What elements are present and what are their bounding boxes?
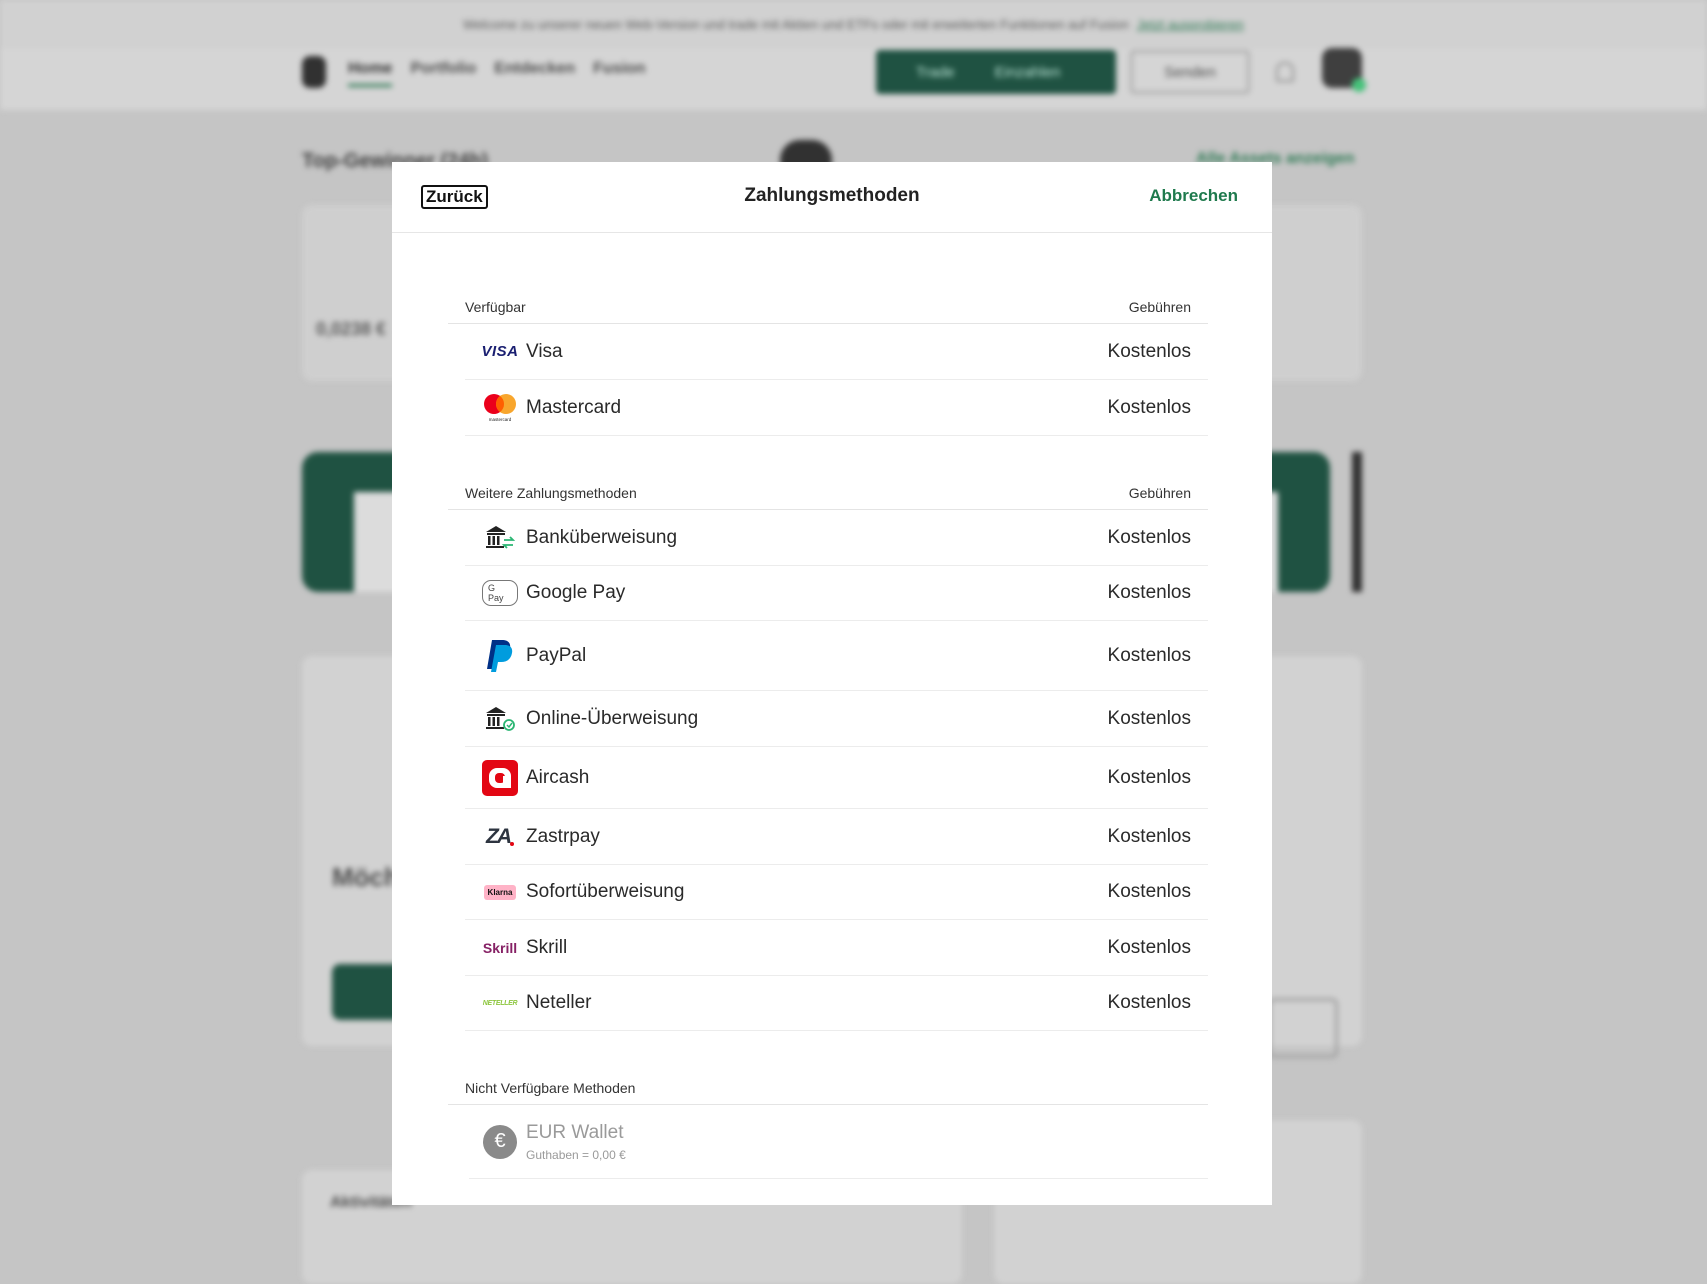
aircash-icon bbox=[482, 759, 518, 796]
skrill-logo: Skrill bbox=[482, 939, 518, 956]
method-fee: Kostenlos bbox=[1107, 936, 1191, 958]
fees-column-label: Gebühren bbox=[1128, 484, 1191, 501]
payment-method-neteller[interactable]: NETELLER Neteller Kostenlos bbox=[465, 976, 1208, 1031]
klarna-icon: Klarna bbox=[482, 874, 518, 910]
payment-method-visa[interactable]: VISA Visa Kostenlos bbox=[465, 324, 1208, 380]
payment-method-skrill[interactable]: Skrill Skrill Kostenlos bbox=[465, 920, 1208, 976]
aircash-glyph bbox=[482, 759, 518, 796]
payment-method-aircash[interactable]: Aircash Kostenlos bbox=[465, 747, 1208, 809]
method-name: PayPal bbox=[526, 644, 587, 666]
paypal-glyph bbox=[487, 639, 513, 672]
method-left: NETELLER Neteller bbox=[465, 985, 592, 1021]
section-title: Verfügbar bbox=[465, 298, 526, 315]
section-more-methods: Weitere Zahlungsmethoden Gebühren Banküb… bbox=[448, 476, 1208, 1031]
method-name: Sofortüberweisung bbox=[526, 881, 685, 902]
fees-column-label: Gebühren bbox=[1128, 298, 1191, 315]
method-left: € EUR Wallet Guthaben = 0,00 € bbox=[469, 1122, 626, 1162]
payment-method-online-transfer[interactable]: Online-Überweisung Kostenlos bbox=[465, 691, 1208, 747]
payment-method-mastercard[interactable]: mastercard Mastercard Kostenlos bbox=[465, 380, 1208, 436]
mastercard-wordmark: mastercard bbox=[489, 417, 512, 422]
google-pay-logo: G Pay bbox=[482, 580, 518, 606]
method-name: Zastrpay bbox=[526, 825, 600, 847]
cancel-button[interactable]: Abbrechen bbox=[1149, 186, 1238, 206]
method-left: VISA Visa bbox=[465, 334, 563, 370]
section-header: Nicht Verfügbare Methoden bbox=[448, 1071, 1208, 1105]
wallet-text: EUR Wallet Guthaben = 0,00 € bbox=[526, 1122, 626, 1162]
wallet-balance: Guthaben = 0,00 € bbox=[526, 1147, 626, 1162]
visa-logo-text: VISA bbox=[481, 343, 519, 360]
method-name: Skrill bbox=[526, 936, 568, 958]
method-left: Banküberweisung bbox=[465, 520, 677, 556]
payment-method-bank-transfer[interactable]: Banküberweisung Kostenlos bbox=[465, 510, 1208, 566]
method-name: Neteller bbox=[526, 992, 592, 1013]
payment-method-zastrpay[interactable]: ZA Zastrpay Kostenlos bbox=[465, 809, 1208, 865]
online-transfer-icon bbox=[482, 701, 518, 737]
method-name: EUR Wallet bbox=[526, 1121, 624, 1143]
method-left: Online-Überweisung bbox=[465, 701, 698, 737]
modal-title: Zahlungsmethoden bbox=[744, 185, 920, 206]
payment-method-eur-wallet: € EUR Wallet Guthaben = 0,00 € bbox=[469, 1105, 1208, 1179]
method-left: G Pay Google Pay bbox=[465, 575, 625, 611]
method-fee: Kostenlos bbox=[1107, 340, 1191, 362]
google-pay-icon: G Pay bbox=[482, 575, 518, 611]
method-fee: Kostenlos bbox=[1107, 526, 1191, 548]
payment-method-paypal[interactable]: PayPal Kostenlos bbox=[465, 621, 1208, 691]
neteller-icon: NETELLER bbox=[482, 985, 518, 1021]
method-fee: Kostenlos bbox=[1107, 992, 1191, 1013]
method-name: Banküberweisung bbox=[526, 526, 678, 548]
method-left: Skrill Skrill bbox=[465, 930, 567, 966]
method-fee: Kostenlos bbox=[1107, 707, 1191, 729]
method-fee: Kostenlos bbox=[1107, 644, 1191, 666]
section-unavailable: Nicht Verfügbare Methoden € EUR Wallet G… bbox=[448, 1071, 1208, 1179]
method-fee: Kostenlos bbox=[1107, 582, 1191, 603]
visa-icon: VISA bbox=[481, 334, 519, 370]
section-header: Verfügbar Gebühren bbox=[448, 290, 1208, 324]
section-title: Weitere Zahlungsmethoden bbox=[465, 484, 637, 501]
euro-symbol: € bbox=[483, 1124, 517, 1159]
method-fee: Kostenlos bbox=[1107, 766, 1191, 788]
method-left: Aircash bbox=[465, 759, 590, 796]
zastrpay-icon: ZA bbox=[482, 819, 518, 855]
method-left: mastercard Mastercard bbox=[465, 390, 621, 426]
payment-method-google-pay[interactable]: G Pay Google Pay Kostenlos bbox=[465, 566, 1208, 621]
euro-wallet-icon: € bbox=[482, 1124, 518, 1160]
section-available: Verfügbar Gebühren VISA Visa Kostenlos m bbox=[448, 290, 1208, 436]
method-fee: Kostenlos bbox=[1107, 825, 1191, 847]
skrill-icon: Skrill bbox=[482, 930, 518, 966]
method-fee: Kostenlos bbox=[1107, 396, 1191, 418]
bank-transfer-glyph bbox=[486, 525, 516, 549]
method-left: PayPal bbox=[465, 638, 586, 674]
modal-header: Zurück Zahlungsmethoden Abbrechen bbox=[392, 162, 1272, 233]
payment-method-sofort[interactable]: Klarna Sofortüberweisung Kostenlos bbox=[465, 865, 1208, 920]
method-name: Google Pay bbox=[526, 582, 626, 603]
klarna-logo: Klarna bbox=[483, 884, 517, 900]
section-header: Weitere Zahlungsmethoden Gebühren bbox=[448, 476, 1208, 510]
section-title: Nicht Verfügbare Methoden bbox=[465, 1079, 636, 1096]
method-left: Klarna Sofortüberweisung bbox=[465, 874, 684, 910]
method-name: Visa bbox=[526, 340, 563, 362]
online-transfer-glyph bbox=[486, 706, 515, 731]
bank-transfer-icon bbox=[482, 520, 518, 556]
method-left: ZA Zastrpay bbox=[465, 819, 600, 855]
mastercard-logo: mastercard bbox=[484, 393, 516, 422]
zastrpay-logo: ZA bbox=[486, 824, 512, 848]
method-name: Mastercard bbox=[526, 396, 622, 418]
zastrpay-dot bbox=[510, 841, 514, 846]
mastercard-icon: mastercard bbox=[482, 390, 518, 426]
method-fee: Kostenlos bbox=[1107, 881, 1191, 902]
method-name: Online-Überweisung bbox=[526, 707, 699, 729]
paypal-icon bbox=[482, 638, 518, 674]
method-name: Aircash bbox=[526, 766, 590, 788]
neteller-logo: NETELLER bbox=[482, 999, 518, 1007]
payment-methods-modal: Zurück Zahlungsmethoden Abbrechen Verfüg… bbox=[392, 162, 1272, 1205]
